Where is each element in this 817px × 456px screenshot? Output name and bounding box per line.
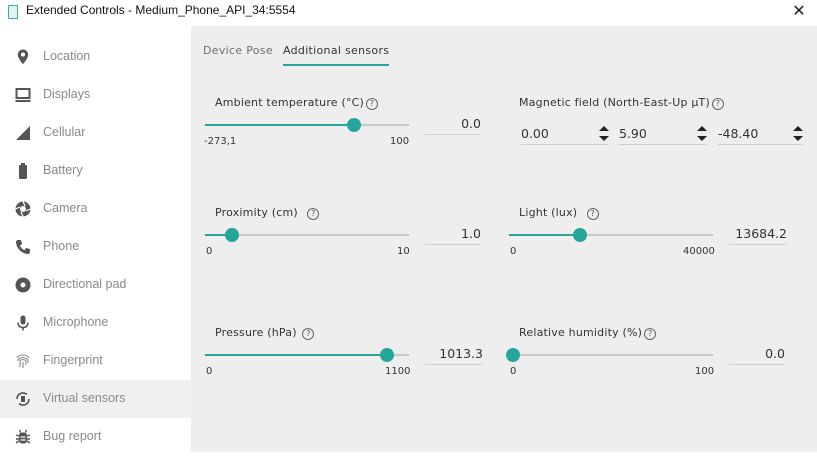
- magnetic-field-y-stepper[interactable]: 5.90: [619, 126, 707, 145]
- tab-additional-sensors[interactable]: Additional sensors: [283, 44, 389, 57]
- slider-thumb[interactable]: [379, 348, 394, 362]
- slider-thumb[interactable]: [573, 228, 588, 242]
- sidebar-item-bug-report[interactable]: Bug report: [0, 418, 191, 456]
- light-value[interactable]: 13684.2: [729, 226, 787, 245]
- stepper-arrows-icon[interactable]: [697, 124, 707, 144]
- sidebar-item-label: Battery: [43, 163, 83, 177]
- battery-icon: [19, 163, 27, 179]
- sidebar-item-label: Fingerprint: [43, 353, 103, 367]
- pressure-value[interactable]: 1013.3: [425, 346, 483, 365]
- ambient-temperature-value[interactable]: 0.0: [425, 116, 481, 135]
- stepper-arrows-icon[interactable]: [599, 124, 609, 144]
- magnetic-field-z-stepper[interactable]: -48.40: [718, 126, 803, 145]
- light-slider[interactable]: [509, 228, 713, 242]
- slider-fill: [205, 354, 387, 356]
- sidebar-item-fingerprint[interactable]: Fingerprint: [0, 342, 191, 380]
- sidebar-item-label: Displays: [43, 87, 91, 101]
- sidebar-item-camera[interactable]: Camera: [0, 190, 191, 228]
- sidebar-item-label: Bug report: [43, 429, 102, 443]
- help-icon[interactable]: ?: [307, 208, 320, 220]
- tab-device-pose[interactable]: Device Pose: [203, 44, 273, 57]
- sidebar-item-label: Cellular: [43, 125, 86, 139]
- slider-min-label: 0: [206, 246, 213, 257]
- camera-aperture-icon: [15, 201, 31, 217]
- location-pin-icon: [17, 49, 29, 65]
- active-tab-indicator: [283, 64, 389, 66]
- slider-max-label: 10: [397, 246, 410, 257]
- sidebar: Location Displays Cellular Battery Camer…: [0, 38, 191, 452]
- help-icon[interactable]: ?: [302, 328, 315, 340]
- sidebar-item-label: Phone: [43, 239, 80, 253]
- sidebar-item-label: Virtual sensors: [43, 391, 126, 405]
- rotation-icon: [16, 392, 30, 406]
- sidebar-item-displays[interactable]: Displays: [0, 76, 191, 114]
- pressure-slider[interactable]: [205, 348, 409, 362]
- relative-humidity-slider[interactable]: [506, 348, 713, 362]
- slider-max-label: 100: [695, 366, 715, 377]
- sidebar-item-battery[interactable]: Battery: [0, 152, 191, 190]
- bug-icon: [15, 429, 31, 444]
- monitor-icon: [15, 88, 31, 102]
- close-icon[interactable]: ✕: [789, 1, 809, 21]
- magnetic-field-x-stepper[interactable]: 0.00: [521, 126, 609, 145]
- slider-max-label: 100: [390, 136, 410, 147]
- sidebar-item-phone[interactable]: Phone: [0, 228, 191, 266]
- help-icon[interactable]: ?: [711, 98, 724, 110]
- relative-humidity-label: Relative humidity (%)?: [519, 326, 657, 340]
- slider-fill: [205, 124, 354, 126]
- sidebar-item-location[interactable]: Location: [0, 38, 191, 76]
- dpad-icon: [15, 277, 31, 293]
- slider-thumb[interactable]: [346, 118, 361, 132]
- slider-fill: [509, 234, 581, 236]
- stepper-arrows-icon[interactable]: [793, 124, 803, 144]
- fingerprint-icon: [16, 354, 30, 368]
- proximity-label: Proximity (cm) ?: [215, 206, 320, 220]
- sensors-panel: Device Pose Additional sensors Ambient t…: [191, 26, 817, 452]
- sidebar-item-cellular[interactable]: Cellular: [0, 114, 191, 152]
- sidebar-item-label: Directional pad: [43, 277, 127, 291]
- help-icon[interactable]: ?: [644, 328, 657, 340]
- magnetic-field-label: Magnetic field (North-East-Up μT)?: [519, 96, 724, 110]
- slider-thumb[interactable]: [224, 228, 239, 242]
- sidebar-item-virtual-sensors[interactable]: Virtual sensors: [0, 380, 191, 418]
- pressure-label: Pressure (hPa) ?: [215, 326, 315, 340]
- window-title: Extended Controls - Medium_Phone_API_34:…: [26, 3, 296, 17]
- help-icon[interactable]: ?: [586, 208, 599, 220]
- sidebar-item-microphone[interactable]: Microphone: [0, 304, 191, 342]
- app-icon: [8, 5, 18, 19]
- ambient-temperature-slider[interactable]: [205, 118, 409, 132]
- relative-humidity-value[interactable]: 0.0: [729, 346, 785, 365]
- ambient-temperature-label: Ambient temperature (°C)?: [215, 96, 379, 110]
- slider-min-label: 0: [206, 366, 213, 377]
- title-bar: Extended Controls - Medium_Phone_API_34:…: [0, 0, 817, 24]
- light-label: Light (lux) ?: [519, 206, 599, 220]
- sidebar-item-label: Location: [43, 49, 91, 63]
- slider-min-label: -273,1: [204, 136, 237, 147]
- slider-max-label: 1100: [385, 366, 411, 377]
- signal-icon: [16, 126, 30, 140]
- slider-thumb[interactable]: [506, 348, 521, 362]
- slider-max-label: 40000: [683, 246, 715, 257]
- sidebar-item-label: Camera: [43, 201, 88, 215]
- phone-icon: [16, 240, 30, 254]
- proximity-slider[interactable]: [205, 228, 409, 242]
- help-icon[interactable]: ?: [366, 98, 379, 110]
- slider-min-label: 0: [510, 366, 517, 377]
- sidebar-item-label: Microphone: [43, 315, 109, 329]
- microphone-icon: [17, 315, 29, 331]
- proximity-value[interactable]: 1.0: [425, 226, 481, 245]
- slider-min-label: 0: [510, 246, 517, 257]
- sidebar-item-directional-pad[interactable]: Directional pad: [0, 266, 191, 304]
